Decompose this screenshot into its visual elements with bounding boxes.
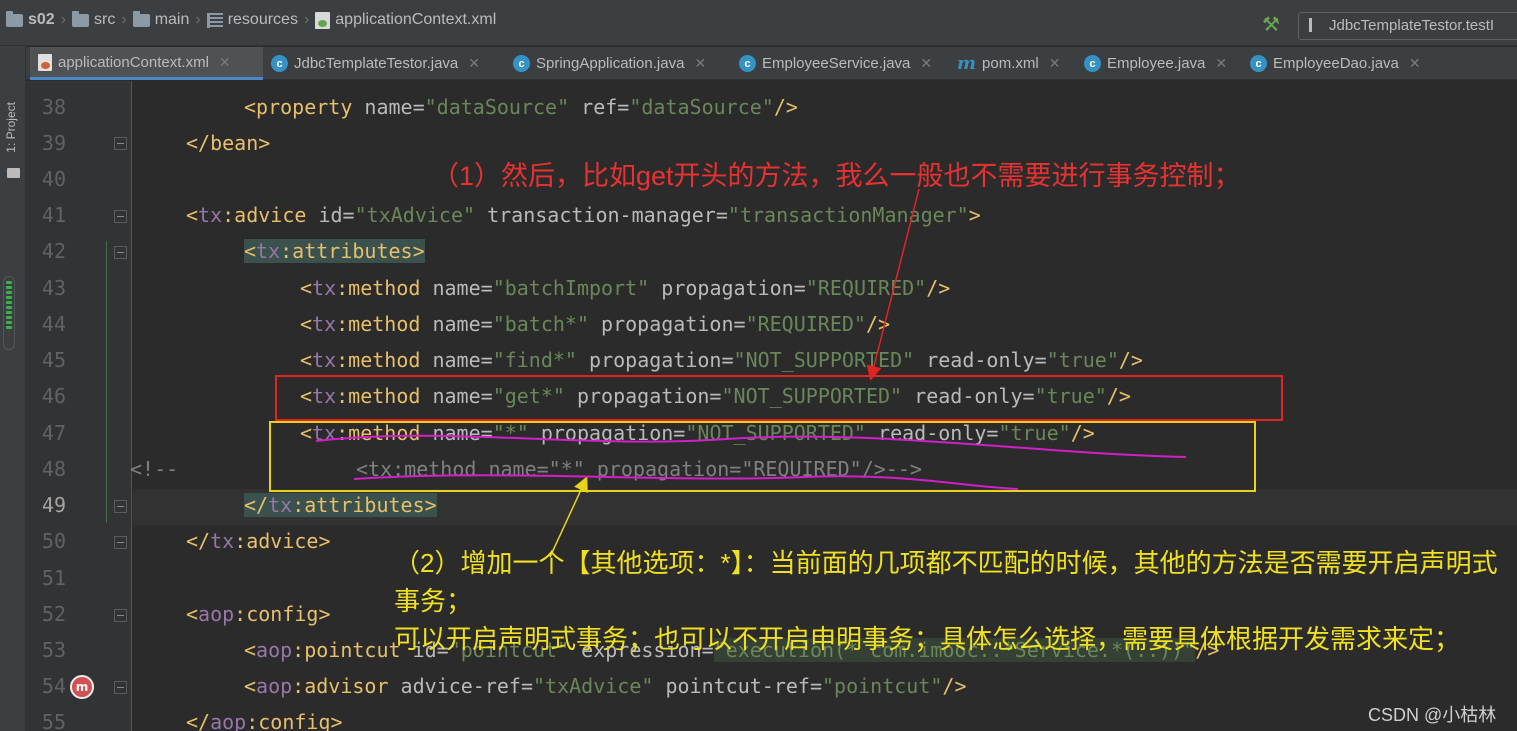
- class-icon: c: [1084, 55, 1101, 72]
- line-number: 44: [41, 312, 66, 336]
- code-line-44: <tx:method name="batch*" propagation="RE…: [300, 312, 891, 336]
- build-hammer-icon[interactable]: ⚒: [1262, 14, 1284, 36]
- watermark: CSDN @小枯林: [1368, 705, 1497, 725]
- fold-toggle-icon[interactable]: [114, 609, 127, 622]
- code-line-39: </bean>: [186, 131, 271, 155]
- project-folder-icon: [7, 168, 20, 178]
- chevron-right-icon: ›: [60, 11, 67, 28]
- close-tab-icon[interactable]: ✕: [694, 55, 706, 72]
- code-line-38: <property name="dataSource" ref="dataSou…: [244, 95, 798, 119]
- folder-icon: [132, 10, 150, 27]
- close-tab-icon[interactable]: ✕: [468, 55, 480, 72]
- close-tab-icon[interactable]: ✕: [1049, 55, 1061, 72]
- line-number: 40: [41, 167, 66, 191]
- chevron-right-icon: ›: [121, 11, 127, 28]
- project-tool-button[interactable]: 1: Project: [4, 102, 18, 153]
- editor-tab-bar: applicationContext.xml ✕ c JdbcTemplateT…: [26, 47, 1517, 80]
- code-line-45: <tx:method name="find*" propagation="NOT…: [300, 348, 1143, 372]
- line-number: 41: [41, 203, 66, 227]
- line-number: 45: [41, 348, 66, 372]
- scope-indent-guide: [106, 241, 107, 523]
- pointcut-gutter-icon[interactable]: m: [70, 675, 94, 699]
- tab-employeeservice-java[interactable]: c EmployeeService.java ✕: [739, 47, 932, 80]
- line-number: 43: [41, 276, 66, 300]
- folder-icon: [6, 10, 23, 27]
- line-number: 47: [41, 421, 66, 445]
- line-number: 53: [41, 638, 66, 662]
- breadcrumb-item-resources[interactable]: resources: [206, 11, 298, 29]
- run-configuration-selector[interactable]: JdbcTemplateTestor.testI: [1298, 12, 1517, 40]
- code-line-50: </tx:advice>: [186, 529, 331, 553]
- tab-pom-xml[interactable]: m pom.xml ✕: [957, 47, 1060, 80]
- fold-toggle-icon[interactable]: [114, 681, 127, 694]
- folder-icon: [72, 10, 90, 27]
- resources-folder-icon: [206, 12, 223, 28]
- tab-springapplication-java[interactable]: c SpringApplication.java ✕: [513, 47, 706, 80]
- fold-toggle-icon[interactable]: [114, 137, 127, 150]
- tab-jdbctemplatetestor-java[interactable]: c JdbcTemplateTestor.java ✕: [271, 47, 480, 80]
- fold-toggle-icon[interactable]: [114, 210, 127, 223]
- tool-window-strip: 1: Project e: [0, 46, 26, 731]
- line-number: 54: [41, 674, 66, 698]
- fold-toggle-icon[interactable]: [114, 536, 127, 549]
- line-number: 46: [41, 384, 66, 408]
- navigation-bar: s02 › src › main › resources › applicati…: [0, 0, 1517, 46]
- class-icon: c: [513, 55, 530, 72]
- breadcrumb-item-file[interactable]: applicationContext.xml: [315, 11, 496, 29]
- annotation-box-red: [275, 375, 1283, 421]
- tab-employee-java[interactable]: c Employee.java ✕: [1084, 47, 1227, 80]
- line-number: 55: [41, 710, 66, 731]
- code-line-42: <tx:attributes>: [244, 239, 425, 263]
- class-icon: c: [739, 55, 756, 72]
- memory-indicator: [3, 276, 15, 350]
- close-tab-icon[interactable]: ✕: [1409, 55, 1421, 72]
- breadcrumb-item-main[interactable]: main: [132, 10, 189, 29]
- class-icon: c: [271, 55, 288, 72]
- line-number: 50: [41, 529, 66, 553]
- class-icon: c: [1250, 55, 1267, 72]
- xml-file-icon: [315, 11, 331, 29]
- code-line-43: <tx:method name="batchImport" propagatio…: [300, 276, 951, 300]
- xml-file-icon: [38, 53, 52, 71]
- breadcrumb: s02 › src › main › resources › applicati…: [6, 10, 496, 29]
- close-tab-icon[interactable]: ✕: [1215, 55, 1227, 72]
- line-number: 51: [41, 566, 66, 590]
- line-number: 38: [41, 95, 66, 119]
- annotation-box-yellow: [269, 421, 1256, 492]
- code-line-41: <tx:advice id="txAdvice" transaction-man…: [186, 203, 981, 227]
- breadcrumb-item-src[interactable]: src: [72, 10, 115, 29]
- code-line-48: <!--: [130, 457, 179, 481]
- code-line-54: <aop:advisor advice-ref="txAdvice" point…: [244, 674, 967, 698]
- line-number: 52: [41, 602, 66, 626]
- line-number-current: 49: [41, 493, 66, 517]
- code-line-55: </aop:config>: [186, 710, 343, 731]
- chevron-right-icon: ›: [195, 11, 201, 28]
- line-number-gutter: 38 39 40 41 42 43 44 45 46 47 48 49 50 5…: [26, 81, 132, 731]
- run-config-icon: [1309, 18, 1321, 32]
- close-tab-icon[interactable]: ✕: [920, 55, 932, 72]
- chevron-right-icon: ›: [303, 11, 310, 28]
- line-number: 42: [41, 239, 66, 263]
- annotation-note-2: （2）增加一个【其他选项：*】：当前面的几项都不匹配的时候，其他的方法是否需要开…: [394, 548, 1498, 654]
- code-line-52: <aop:config>: [186, 602, 331, 626]
- fold-toggle-icon[interactable]: [114, 246, 127, 259]
- breadcrumb-item-s02[interactable]: s02: [6, 10, 55, 29]
- tab-employeedao-java[interactable]: c EmployeeDao.java ✕: [1250, 47, 1421, 80]
- maven-icon: m: [957, 53, 977, 74]
- line-number: 48: [41, 457, 66, 481]
- fold-toggle-icon[interactable]: [114, 500, 127, 513]
- tab-applicationcontext-xml[interactable]: applicationContext.xml ✕: [30, 47, 263, 80]
- annotation-note-1: （1）然后，比如get开头的方法，我么一般也不需要进行事务控制；: [432, 161, 1241, 191]
- code-line-49: </tx:attributes>: [244, 493, 437, 517]
- close-tab-icon[interactable]: ✕: [219, 54, 231, 71]
- code-editor[interactable]: 38 39 40 41 42 43 44 45 46 47 48 49 50 5…: [26, 81, 1517, 731]
- line-number: 39: [41, 131, 66, 155]
